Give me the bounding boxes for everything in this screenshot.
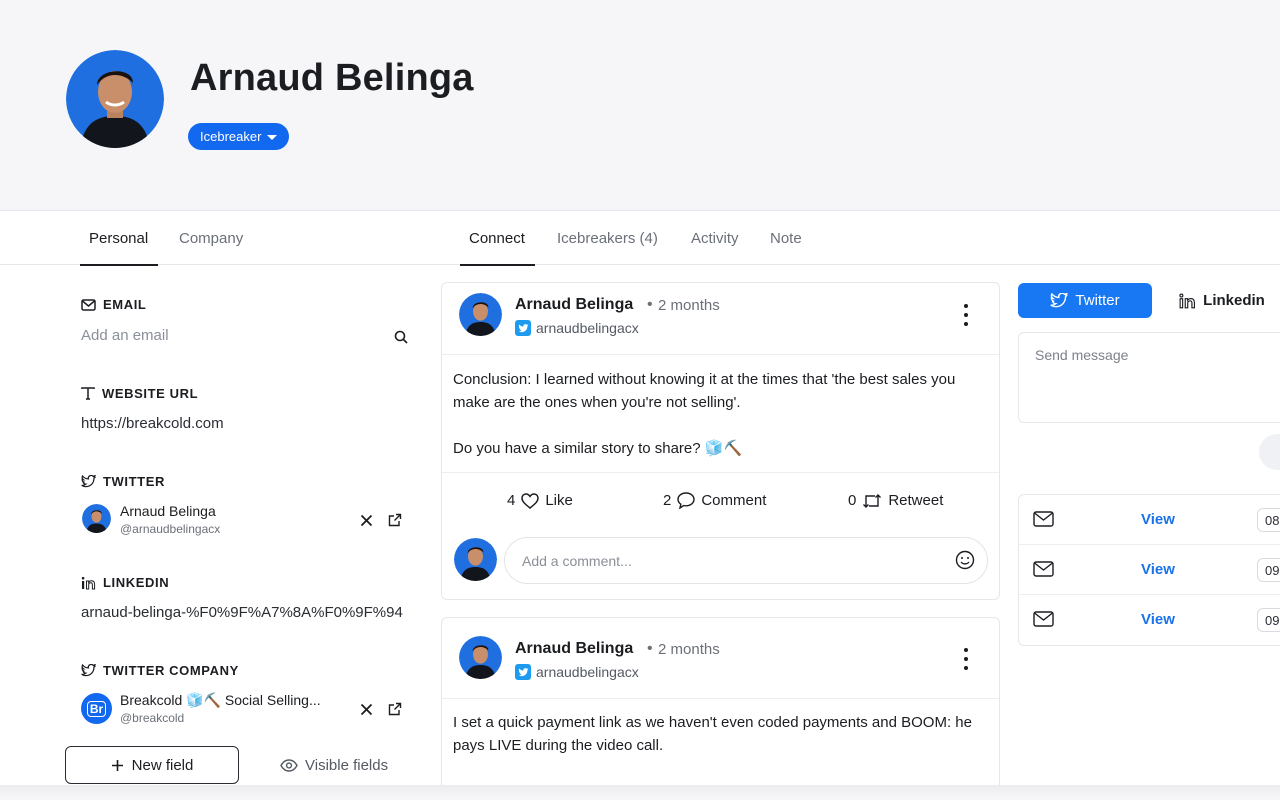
message-time: 08 xyxy=(1257,508,1280,532)
twitter-icon xyxy=(515,664,531,680)
stage-dropdown[interactable]: Icebreaker xyxy=(188,123,290,150)
comment-input[interactable] xyxy=(504,537,988,584)
twitter-account-name: Arnaud Belinga xyxy=(120,503,216,519)
twitter-account-avatar xyxy=(82,504,111,533)
tab-connect[interactable]: Connect xyxy=(460,212,535,266)
plus-icon xyxy=(111,759,123,771)
mail-icon xyxy=(1033,561,1054,577)
separator-dot: • xyxy=(647,640,653,657)
twitter-icon xyxy=(515,320,531,336)
message-list: View 08 View 09 View 09 xyxy=(1018,494,1280,646)
post-text: Conclusion: I learned without knowing it… xyxy=(453,371,956,457)
post-author: Arnaud Belinga xyxy=(515,640,634,657)
list-item: View 09 xyxy=(1019,595,1280,645)
text-icon xyxy=(81,387,95,400)
mail-icon xyxy=(1033,511,1054,527)
post-text: I set a quick payment link as we haven't… xyxy=(453,714,972,754)
bottom-edge xyxy=(0,785,1280,800)
emoji-icon[interactable] xyxy=(955,550,975,575)
list-item: View 09 xyxy=(1019,545,1280,595)
external-link-icon[interactable] xyxy=(385,699,405,719)
view-link[interactable]: View xyxy=(1141,561,1175,578)
twitter-label: TWITTER xyxy=(81,474,165,489)
separator-dot: • xyxy=(647,296,653,313)
twitter-account-handle: @arnaudbelingacx xyxy=(120,522,221,536)
tab-linkedin[interactable]: Linkedin xyxy=(1152,283,1280,318)
search-icon[interactable] xyxy=(391,327,411,347)
author-avatar xyxy=(459,293,502,336)
twitter-icon xyxy=(81,475,96,488)
profile-name: Arnaud Belinga xyxy=(190,57,474,99)
post-header: Arnaud Belinga • 2 months arnaudbelingac… xyxy=(442,283,999,355)
close-icon[interactable] xyxy=(356,510,376,530)
linkedin-icon xyxy=(81,576,96,589)
post-handle[interactable]: arnaudbelingacx xyxy=(515,664,639,680)
post-card: Arnaud Belinga • 2 months arnaudbelingac… xyxy=(441,282,1000,600)
more-options-icon[interactable] xyxy=(963,648,969,670)
post-handle[interactable]: arnaudbelingacx xyxy=(515,320,639,336)
message-channel-tabs: Twitter Linkedin xyxy=(1018,283,1280,318)
post-actions: 4 Like 2 Comment 0 Retweet xyxy=(442,472,999,530)
company-logo: Br xyxy=(81,693,112,724)
tab-activity[interactable]: Activity xyxy=(691,212,739,265)
email-label: EMAIL xyxy=(81,297,146,312)
message-time: 09 xyxy=(1257,558,1280,582)
linkedin-label: LINKEDIN xyxy=(81,575,169,590)
caret-down-icon xyxy=(267,134,278,140)
tab-company[interactable]: Company xyxy=(179,212,243,265)
author-avatar xyxy=(459,636,502,679)
external-link-icon[interactable] xyxy=(385,510,405,530)
like-button[interactable]: 4 Like xyxy=(507,492,573,509)
twitter-icon xyxy=(81,664,96,677)
tab-personal[interactable]: Personal xyxy=(79,212,159,266)
post-card: Arnaud Belinga • 2 months arnaudbelingac… xyxy=(441,617,1000,797)
comment-icon xyxy=(677,492,696,509)
company-account-name: Breakcold 🧊⛏️ Social Selling... xyxy=(120,692,321,708)
comment-button[interactable]: 2 Comment xyxy=(663,492,766,509)
post-time: 2 months xyxy=(658,641,720,658)
stage-label: Icebreaker xyxy=(200,129,262,144)
company-account-handle: @breakcold xyxy=(120,711,185,725)
eye-icon xyxy=(280,758,298,772)
website-value[interactable]: https://breakcold.com xyxy=(81,415,224,432)
twitter-icon xyxy=(1050,293,1069,308)
commenter-avatar xyxy=(454,538,497,581)
tab-twitter[interactable]: Twitter xyxy=(1018,283,1152,318)
linkedin-value[interactable]: arnaud-belinga-%F0%9F%A7%8A%F0%9F%94 xyxy=(81,604,409,621)
heart-icon xyxy=(521,492,540,509)
profile-avatar xyxy=(66,50,164,148)
post-time: 2 months xyxy=(658,297,720,314)
retweet-icon xyxy=(863,493,882,508)
tab-note[interactable]: Note xyxy=(770,212,802,265)
twitter-company-label: TWITTER COMPANY xyxy=(81,663,239,678)
profile-header: Arnaud Belinga Icebreaker xyxy=(0,0,1280,211)
view-link[interactable]: View xyxy=(1141,511,1175,528)
new-field-button[interactable]: New field xyxy=(65,746,239,784)
tab-icebreakers[interactable]: Icebreakers (4) xyxy=(557,212,658,265)
send-button[interactable] xyxy=(1259,434,1280,470)
mail-icon xyxy=(81,298,96,311)
view-link[interactable]: View xyxy=(1141,611,1175,628)
visible-fields-button[interactable]: Visible fields xyxy=(280,746,388,784)
post-header: Arnaud Belinga • 2 months arnaudbelingac… xyxy=(442,618,999,699)
list-item: View 08 xyxy=(1019,495,1280,545)
tabs-row: Personal Company Connect Icebreakers (4)… xyxy=(0,212,1280,266)
website-label: WEBSITE URL xyxy=(81,386,198,401)
close-icon[interactable] xyxy=(356,699,376,719)
linkedin-icon xyxy=(1179,293,1196,308)
message-input[interactable] xyxy=(1018,332,1280,423)
message-time: 09 xyxy=(1257,608,1280,632)
email-field[interactable]: Add an email xyxy=(81,327,169,344)
post-author: Arnaud Belinga xyxy=(515,296,634,313)
more-options-icon[interactable] xyxy=(963,304,969,326)
retweet-button[interactable]: 0 Retweet xyxy=(848,492,943,509)
mail-icon xyxy=(1033,611,1054,627)
